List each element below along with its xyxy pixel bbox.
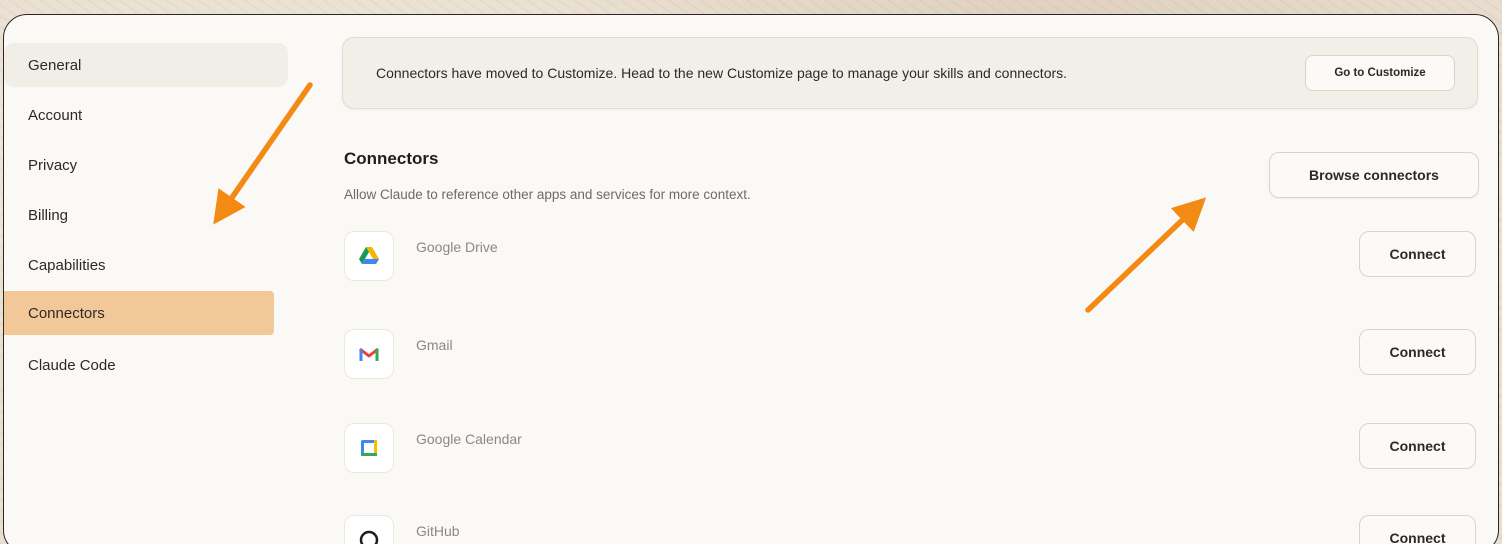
sidebar-item-billing[interactable]: Billing: [4, 193, 288, 237]
gmail-icon: [344, 329, 394, 379]
sidebar-item-capabilities[interactable]: Capabilities: [4, 243, 288, 287]
sidebar-item-general[interactable]: General: [4, 43, 288, 87]
connect-button[interactable]: Connect: [1359, 329, 1476, 375]
google-drive-icon: [344, 231, 394, 281]
go-to-customize-button[interactable]: Go to Customize: [1305, 55, 1455, 91]
sidebar-item-label: Privacy: [28, 156, 78, 174]
connector-name: Google Calendar: [416, 431, 522, 447]
settings-window: General Account Privacy Billing Capabili…: [3, 14, 1499, 544]
connect-button[interactable]: Connect: [1359, 515, 1476, 544]
section-description: Allow Claude to reference other apps and…: [344, 187, 751, 202]
connect-button[interactable]: Connect: [1359, 231, 1476, 277]
connector-name: GitHub: [416, 523, 460, 539]
sidebar-item-account[interactable]: Account: [4, 93, 288, 137]
sidebar-item-label: Claude Code: [28, 356, 116, 374]
connector-row-gmail: Gmail Connect: [344, 329, 1478, 379]
browse-connectors-button[interactable]: Browse connectors: [1269, 152, 1479, 198]
section-title: Connectors: [344, 149, 439, 168]
sidebar-item-label: Connectors: [28, 304, 105, 322]
sidebar-item-label: Account: [28, 106, 83, 124]
google-calendar-icon: [344, 423, 394, 473]
github-icon: [344, 515, 394, 544]
connector-name: Gmail: [416, 337, 453, 353]
sidebar-item-label: Billing: [28, 206, 69, 224]
connector-name: Google Drive: [416, 239, 498, 255]
sidebar-item-privacy[interactable]: Privacy: [4, 143, 288, 187]
sidebar-item-claude-code[interactable]: Claude Code: [4, 343, 288, 387]
sidebar-item-connectors[interactable]: Connectors: [4, 291, 274, 335]
banner-text: Connectors have moved to Customize. Head…: [376, 65, 1068, 81]
connector-row-google-drive: Google Drive Connect: [344, 231, 1478, 281]
sidebar-item-label: General: [28, 56, 82, 74]
customize-notice-banner: Connectors have moved to Customize. Head…: [342, 37, 1478, 109]
connector-row-github: GitHub Connect: [344, 515, 1478, 544]
connect-button[interactable]: Connect: [1359, 423, 1476, 469]
sidebar-item-label: Capabilities: [28, 256, 106, 274]
connector-row-google-calendar: Google Calendar Connect: [344, 423, 1478, 473]
